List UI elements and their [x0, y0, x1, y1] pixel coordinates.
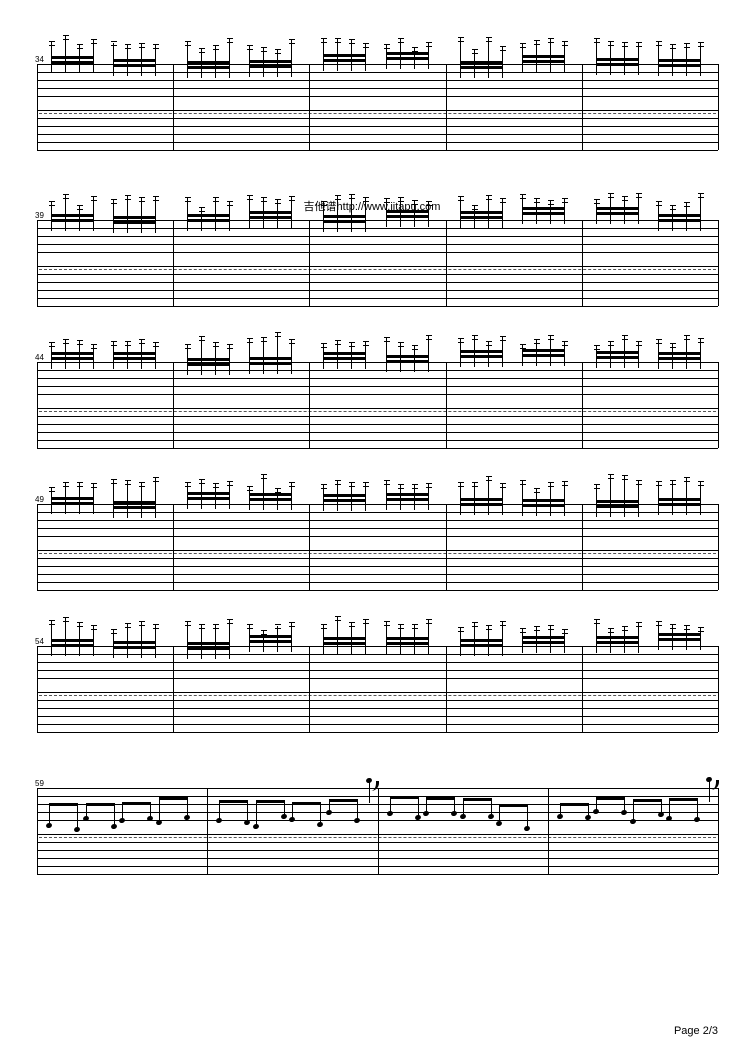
system: 54 — [37, 646, 718, 732]
barline — [173, 220, 174, 306]
barline — [37, 64, 38, 150]
barline — [548, 788, 549, 874]
barline — [37, 788, 38, 874]
barline — [718, 788, 719, 874]
bar-number: 34 — [35, 55, 44, 64]
barline — [309, 220, 310, 306]
barline — [718, 362, 719, 448]
tablature-staff — [37, 110, 718, 150]
tab-dashes — [39, 113, 716, 114]
barline — [446, 220, 447, 306]
barline — [37, 220, 38, 306]
tab-dashes — [39, 553, 716, 554]
barline — [173, 646, 174, 732]
bar-number: 39 — [35, 211, 44, 220]
notation-staff — [37, 362, 718, 394]
notation-staff — [37, 220, 718, 252]
bar-number: 59 — [35, 779, 44, 788]
barline — [718, 504, 719, 590]
watermark-text: 吉他谱http://www.jitapu.com — [0, 198, 744, 214]
barline — [309, 504, 310, 590]
barline — [173, 64, 174, 150]
barline — [582, 64, 583, 150]
page-footer: Page 2/3 — [674, 1025, 718, 1037]
tablature-staff — [37, 692, 718, 732]
barline — [309, 64, 310, 150]
barline — [582, 646, 583, 732]
barline — [582, 504, 583, 590]
system: 39 — [37, 220, 718, 306]
barline — [718, 64, 719, 150]
sheet-music-page: 吉他谱http://www.jitapu.com Page 2/3 34 39 44… — [0, 0, 744, 1052]
barline — [37, 362, 38, 448]
tablature-staff — [37, 408, 718, 448]
tab-dashes — [39, 411, 716, 412]
barline — [207, 788, 208, 874]
bar-number: 54 — [35, 637, 44, 646]
barline — [446, 362, 447, 448]
barline — [718, 220, 719, 306]
barline — [582, 362, 583, 448]
barline — [309, 646, 310, 732]
notation-staff — [37, 64, 718, 96]
barline — [173, 362, 174, 448]
bar-number: 49 — [35, 495, 44, 504]
barline — [37, 504, 38, 590]
barline — [37, 646, 38, 732]
barline — [378, 788, 379, 874]
tab-dashes — [39, 269, 716, 270]
system: 34 — [37, 64, 718, 150]
barline — [446, 646, 447, 732]
tablature-staff — [37, 266, 718, 306]
system: 59 — [37, 788, 718, 874]
tablature-staff — [37, 550, 718, 590]
bar-number: 44 — [35, 353, 44, 362]
barline — [582, 220, 583, 306]
notation-staff — [37, 504, 718, 536]
barline — [446, 64, 447, 150]
system: 44 — [37, 362, 718, 448]
barline — [718, 646, 719, 732]
tab-dashes — [39, 695, 716, 696]
barline — [309, 362, 310, 448]
system: 49 — [37, 504, 718, 590]
barline — [173, 504, 174, 590]
notation-staff — [37, 646, 718, 678]
barline — [446, 504, 447, 590]
